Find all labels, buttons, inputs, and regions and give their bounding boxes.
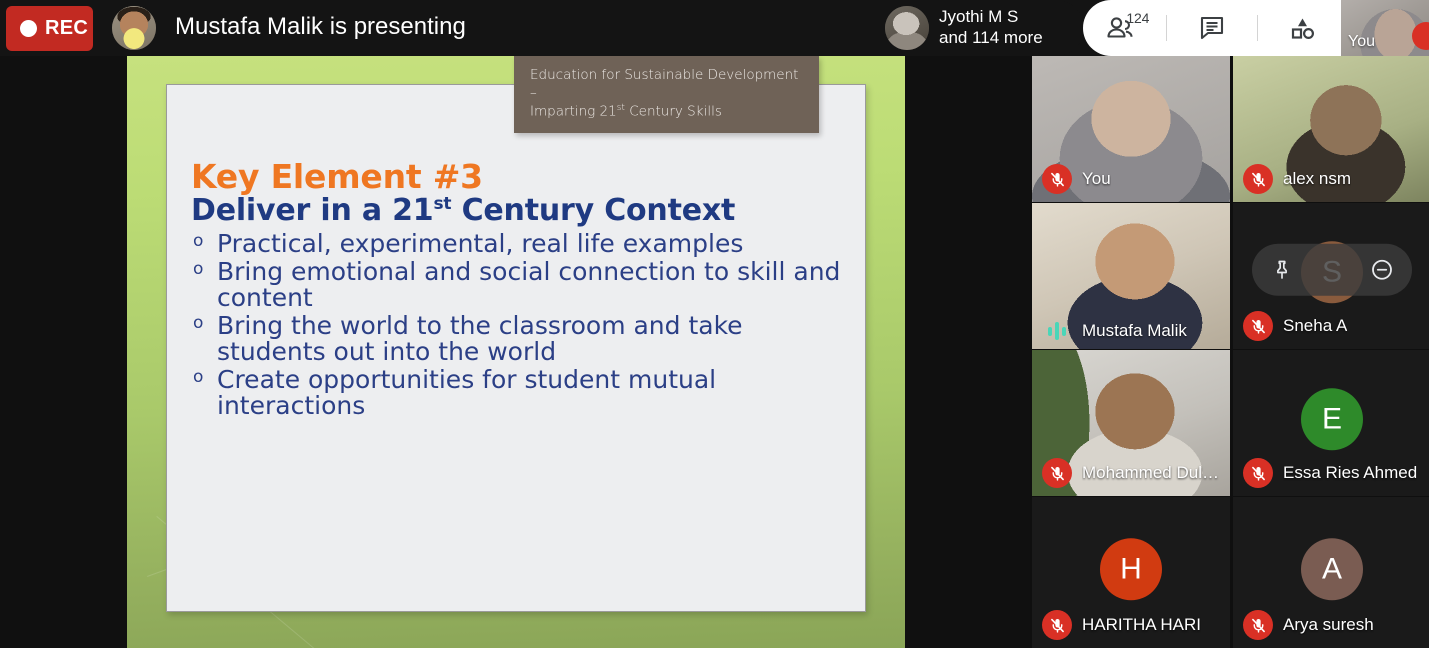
viewer-names: Jyothi M S and 114 more [939,7,1043,48]
self-tile-label: You [1348,33,1375,50]
participant-nameplate: Essa Ries Ahmed [1243,458,1417,488]
participant-tile-arya-suresh[interactable]: A Arya suresh [1233,497,1429,648]
participant-name: Essa Ries Ahmed [1283,463,1418,482]
participant-tile-haritha-hari[interactable]: H HARITHA HARI [1032,497,1230,648]
tile-hover-controls [1252,243,1412,296]
avatar-initial: A [1321,551,1342,585]
participant-avatar: E [1301,388,1363,451]
participant-avatar: H [1100,537,1162,600]
slide-content-panel: Key Element #3 Deliver in a 21st Century… [166,84,866,612]
slide-headline: Deliver in a 21st Century Context [191,193,735,228]
mic-off-icon [1042,458,1072,488]
participant-name: Mustafa Malik [1082,321,1187,340]
slide-kicker: Key Element #3 [191,157,483,196]
presentation-stage[interactable]: Education for Sustainable Development – … [0,56,1030,648]
minus-circle-icon[interactable] [1358,246,1406,294]
mic-off-icon [1243,164,1273,194]
participant-count: 124 [1126,10,1150,26]
participant-tile-alex-nsm[interactable]: alex nsm [1233,56,1429,202]
avatar-initial: E [1321,402,1342,436]
presenter-avatar [112,6,156,50]
participants-button[interactable]: 124 [1089,0,1153,56]
slide-title-part-pre: Imparting 21 [530,103,617,120]
chat-bubble-icon [1200,16,1224,40]
participant-name: Mohammed Dulal ... [1082,463,1228,482]
participant-grid: You alex nsm Mustafa Malik Sneha A Moham… [1030,56,1429,648]
recording-label: REC [45,17,89,39]
mic-off-icon [1042,610,1072,640]
participant-nameplate: Mustafa Malik [1042,321,1187,341]
slide-title-line-1: Education for Sustainable Development – [530,67,799,101]
headline-superscript: st [433,194,452,214]
presenter-avatar-image [112,6,156,50]
record-dot-icon [20,20,37,37]
pin-icon[interactable] [1258,246,1306,294]
participant-nameplate: alex nsm [1243,164,1351,194]
shapes-icon [1291,18,1315,40]
recording-indicator[interactable]: REC [6,6,93,51]
participant-tile-essa-ries-ahmed[interactable]: E Essa Ries Ahmed [1233,350,1429,496]
participant-name: Sneha A [1283,316,1348,335]
viewer-chip[interactable]: Jyothi M S and 114 more [879,0,1084,56]
slide-bullet-list: Practical, experimental, real life examp… [191,230,851,421]
reactions-button[interactable] [1271,0,1335,56]
hover-avatar-spacer [1308,246,1356,294]
participant-nameplate: Mohammed Dulal ... [1042,458,1228,488]
participant-tile-you[interactable]: You [1032,56,1230,202]
participant-tile-mohammed-dulal[interactable]: Mohammed Dulal ... [1032,350,1230,496]
headline-pre: Deliver in a 21 [191,193,434,228]
mic-off-icon [1243,458,1273,488]
meeting-window: REC Mustafa Malik is presenting Jyothi M… [0,0,1429,648]
slide-bullet: Practical, experimental, real life examp… [191,230,851,258]
self-tile-corner[interactable]: You [1341,0,1429,56]
viewer-secondary-name: and 114 more [939,28,1043,47]
viewer-avatar [885,6,929,50]
viewer-primary-name: Jyothi M S [939,7,1019,27]
participant-nameplate: HARITHA HARI [1042,610,1201,640]
divider [1166,15,1168,41]
mic-off-icon [1042,164,1072,194]
participant-avatar: A [1301,537,1363,600]
mic-off-icon [1243,311,1273,341]
divider [1256,15,1258,41]
chat-button[interactable] [1180,0,1244,56]
audio-wave-icon [1042,321,1072,341]
slide-title-part-post: Century Skills [624,103,722,120]
participant-tile-sneha-a[interactable]: S Sneha A [1233,203,1429,349]
participant-name: alex nsm [1283,169,1352,188]
participant-tile-mustafa-malik[interactable]: Mustafa Malik [1032,203,1230,349]
participant-name: HARITHA HARI [1082,615,1202,634]
slide-title-superscript: st [616,102,625,113]
meeting-controls-pod: 124 [1083,0,1341,56]
mic-off-icon [1243,610,1273,640]
headline-post: Century Context [451,193,736,228]
slide-bullet: Bring emotional and social connection to… [191,258,851,312]
presenting-status: Mustafa Malik is presenting [175,13,466,40]
slide-title-box: Education for Sustainable Development – … [514,56,819,133]
slide: Education for Sustainable Development – … [127,56,905,648]
participant-name: You [1082,169,1111,188]
participant-nameplate: Sneha A [1243,311,1347,341]
participant-name: Arya suresh [1283,615,1374,634]
top-bar: REC Mustafa Malik is presenting Jyothi M… [0,0,1429,56]
participant-nameplate: You [1042,164,1111,194]
avatar-initial: H [1120,551,1142,585]
slide-bullet: Create opportunities for student mutual … [191,366,851,420]
participant-nameplate: Arya suresh [1243,610,1374,640]
slide-bullet: Bring the world to the classroom and tak… [191,312,851,366]
slide-title-line-2: Imparting 21st Century Skills [530,103,805,121]
